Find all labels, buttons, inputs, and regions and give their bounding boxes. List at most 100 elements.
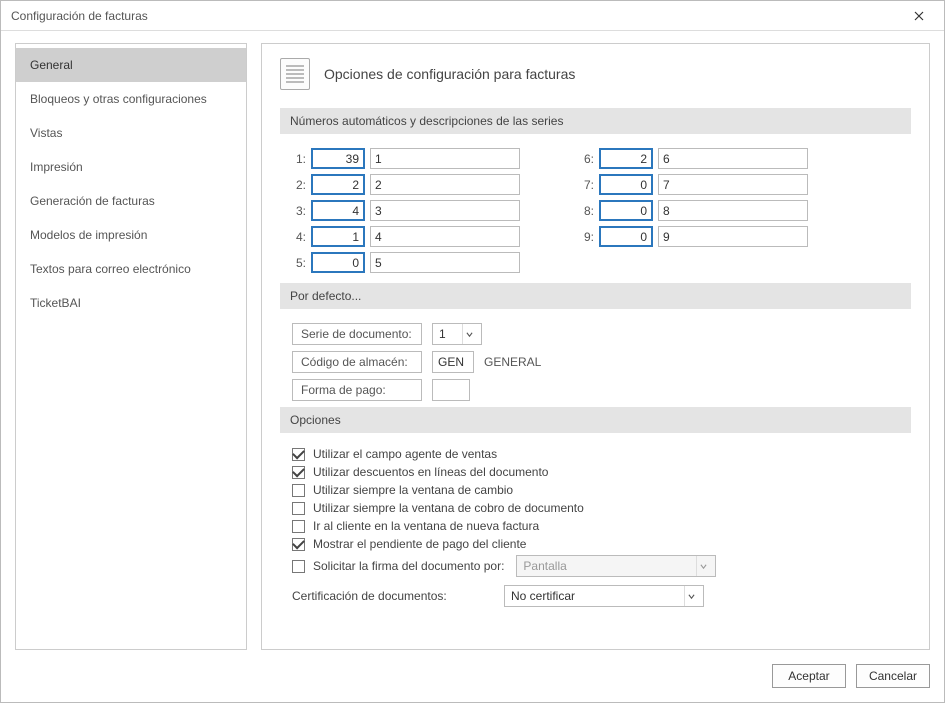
series-index-label: 2: xyxy=(292,178,306,192)
chevron-down-icon xyxy=(684,586,698,606)
series-desc-input-3[interactable] xyxy=(370,200,520,221)
option-label: Utilizar siempre la ventana de cambio xyxy=(313,483,513,497)
series-number-input-1[interactable] xyxy=(311,148,365,169)
series-index-label: 7: xyxy=(580,178,594,192)
section-options-header: Opciones xyxy=(280,407,911,433)
dialog-footer: Aceptar Cancelar xyxy=(1,658,944,702)
series-number-input-9[interactable] xyxy=(599,226,653,247)
series-row-8: 8: xyxy=(580,200,808,221)
option-row-3: Utilizar siempre la ventana de cobro de … xyxy=(292,501,911,515)
series-number-input-2[interactable] xyxy=(311,174,365,195)
sidebar-item-5[interactable]: Modelos de impresión xyxy=(16,218,246,252)
option-label: Utilizar el campo agente de ventas xyxy=(313,447,497,461)
document-icon xyxy=(280,58,310,90)
checkbox[interactable] xyxy=(292,560,305,573)
chevron-down-icon xyxy=(696,556,710,576)
series-desc-input-2[interactable] xyxy=(370,174,520,195)
checkbox[interactable] xyxy=(292,484,305,497)
pago-input[interactable] xyxy=(432,379,470,401)
cancel-button[interactable]: Cancelar xyxy=(856,664,930,688)
option-row-0: Utilizar el campo agente de ventas xyxy=(292,447,911,461)
series-desc-input-1[interactable] xyxy=(370,148,520,169)
dialog-body: GeneralBloqueos y otras configuracionesV… xyxy=(1,31,944,658)
option-label: Mostrar el pendiente de pago del cliente xyxy=(313,537,526,551)
cert-label: Certificación de documentos: xyxy=(292,589,492,603)
almacen-input[interactable] xyxy=(432,351,474,373)
series-desc-input-6[interactable] xyxy=(658,148,808,169)
option-row-1: Utilizar descuentos en líneas del docume… xyxy=(292,465,911,479)
series-number-input-4[interactable] xyxy=(311,226,365,247)
series-index-label: 3: xyxy=(292,204,306,218)
chevron-down-icon xyxy=(462,324,476,344)
close-icon xyxy=(914,11,924,21)
series-index-label: 4: xyxy=(292,230,306,244)
series-row-5: 5: xyxy=(292,252,520,273)
sidebar-item-3[interactable]: Impresión xyxy=(16,150,246,184)
series-row-2: 2: xyxy=(292,174,520,195)
series-number-input-8[interactable] xyxy=(599,200,653,221)
serie-value: 1 xyxy=(439,327,446,341)
almacen-label: Código de almacén: xyxy=(292,351,422,373)
series-row-3: 3: xyxy=(292,200,520,221)
window-title: Configuración de facturas xyxy=(11,9,902,23)
option-row-firma: Solicitar la firma del documento por: Pan… xyxy=(292,555,911,577)
firma-value: Pantalla xyxy=(523,559,566,573)
sidebar-item-0[interactable]: General xyxy=(16,48,246,82)
option-row-2: Utilizar siempre la ventana de cambio xyxy=(292,483,911,497)
sidebar-item-1[interactable]: Bloqueos y otras configuraciones xyxy=(16,82,246,116)
checkbox[interactable] xyxy=(292,466,305,479)
checkbox[interactable] xyxy=(292,520,305,533)
series-row-6: 6: xyxy=(580,148,808,169)
series-row-4: 4: xyxy=(292,226,520,247)
option-label: Utilizar descuentos en líneas del docume… xyxy=(313,465,548,479)
sidebar: GeneralBloqueos y otras configuracionesV… xyxy=(15,43,247,650)
series-index-label: 1: xyxy=(292,152,306,166)
series-index-label: 8: xyxy=(580,204,594,218)
firma-label: Solicitar la firma del documento por: xyxy=(313,559,504,573)
firma-select: Pantalla xyxy=(516,555,716,577)
options-block: Utilizar el campo agente de ventas Utiliz… xyxy=(280,447,911,607)
series-number-input-7[interactable] xyxy=(599,174,653,195)
checkbox[interactable] xyxy=(292,502,305,515)
series-desc-input-5[interactable] xyxy=(370,252,520,273)
cert-value: No certificar xyxy=(511,589,575,603)
option-row-4: Ir al cliente en la ventana de nueva fac… xyxy=(292,519,911,533)
section-series-header: Números automáticos y descripciones de l… xyxy=(280,108,911,134)
checkbox[interactable] xyxy=(292,448,305,461)
series-number-input-5[interactable] xyxy=(311,252,365,273)
page-title: Opciones de configuración para facturas xyxy=(324,66,575,82)
series-row-9: 9: xyxy=(580,226,808,247)
series-index-label: 5: xyxy=(292,256,306,270)
section-defaults-header: Por defecto... xyxy=(280,283,911,309)
content-panel: Opciones de configuración para facturas … xyxy=(261,43,930,650)
series-number-input-6[interactable] xyxy=(599,148,653,169)
series-desc-input-4[interactable] xyxy=(370,226,520,247)
option-row-5: Mostrar el pendiente de pago del cliente xyxy=(292,537,911,551)
series-desc-input-8[interactable] xyxy=(658,200,808,221)
pago-label: Forma de pago: xyxy=(292,379,422,401)
series-grid: 1: 2: 3: 4: 5: 6: 7: 8: 9: xyxy=(280,148,911,273)
almacen-extra: GENERAL xyxy=(484,355,541,369)
serie-label: Serie de documento: xyxy=(292,323,422,345)
sidebar-item-6[interactable]: Textos para correo electrónico xyxy=(16,252,246,286)
series-index-label: 6: xyxy=(580,152,594,166)
accept-button[interactable]: Aceptar xyxy=(772,664,846,688)
checkbox[interactable] xyxy=(292,538,305,551)
serie-select[interactable]: 1 xyxy=(432,323,482,345)
series-row-1: 1: xyxy=(292,148,520,169)
series-number-input-3[interactable] xyxy=(311,200,365,221)
sidebar-item-7[interactable]: TicketBAI xyxy=(16,286,246,320)
series-desc-input-7[interactable] xyxy=(658,174,808,195)
defaults-form: Serie de documento: 1 Código de almacén:… xyxy=(280,323,911,401)
cert-select[interactable]: No certificar xyxy=(504,585,704,607)
cert-row: Certificación de documentos: No certifica… xyxy=(292,585,911,607)
series-desc-input-9[interactable] xyxy=(658,226,808,247)
sidebar-item-2[interactable]: Vistas xyxy=(16,116,246,150)
series-index-label: 9: xyxy=(580,230,594,244)
titlebar: Configuración de facturas xyxy=(1,1,944,31)
close-button[interactable] xyxy=(902,5,936,27)
sidebar-item-4[interactable]: Generación de facturas xyxy=(16,184,246,218)
series-row-7: 7: xyxy=(580,174,808,195)
page-header: Opciones de configuración para facturas xyxy=(280,54,911,102)
option-label: Utilizar siempre la ventana de cobro de … xyxy=(313,501,584,515)
